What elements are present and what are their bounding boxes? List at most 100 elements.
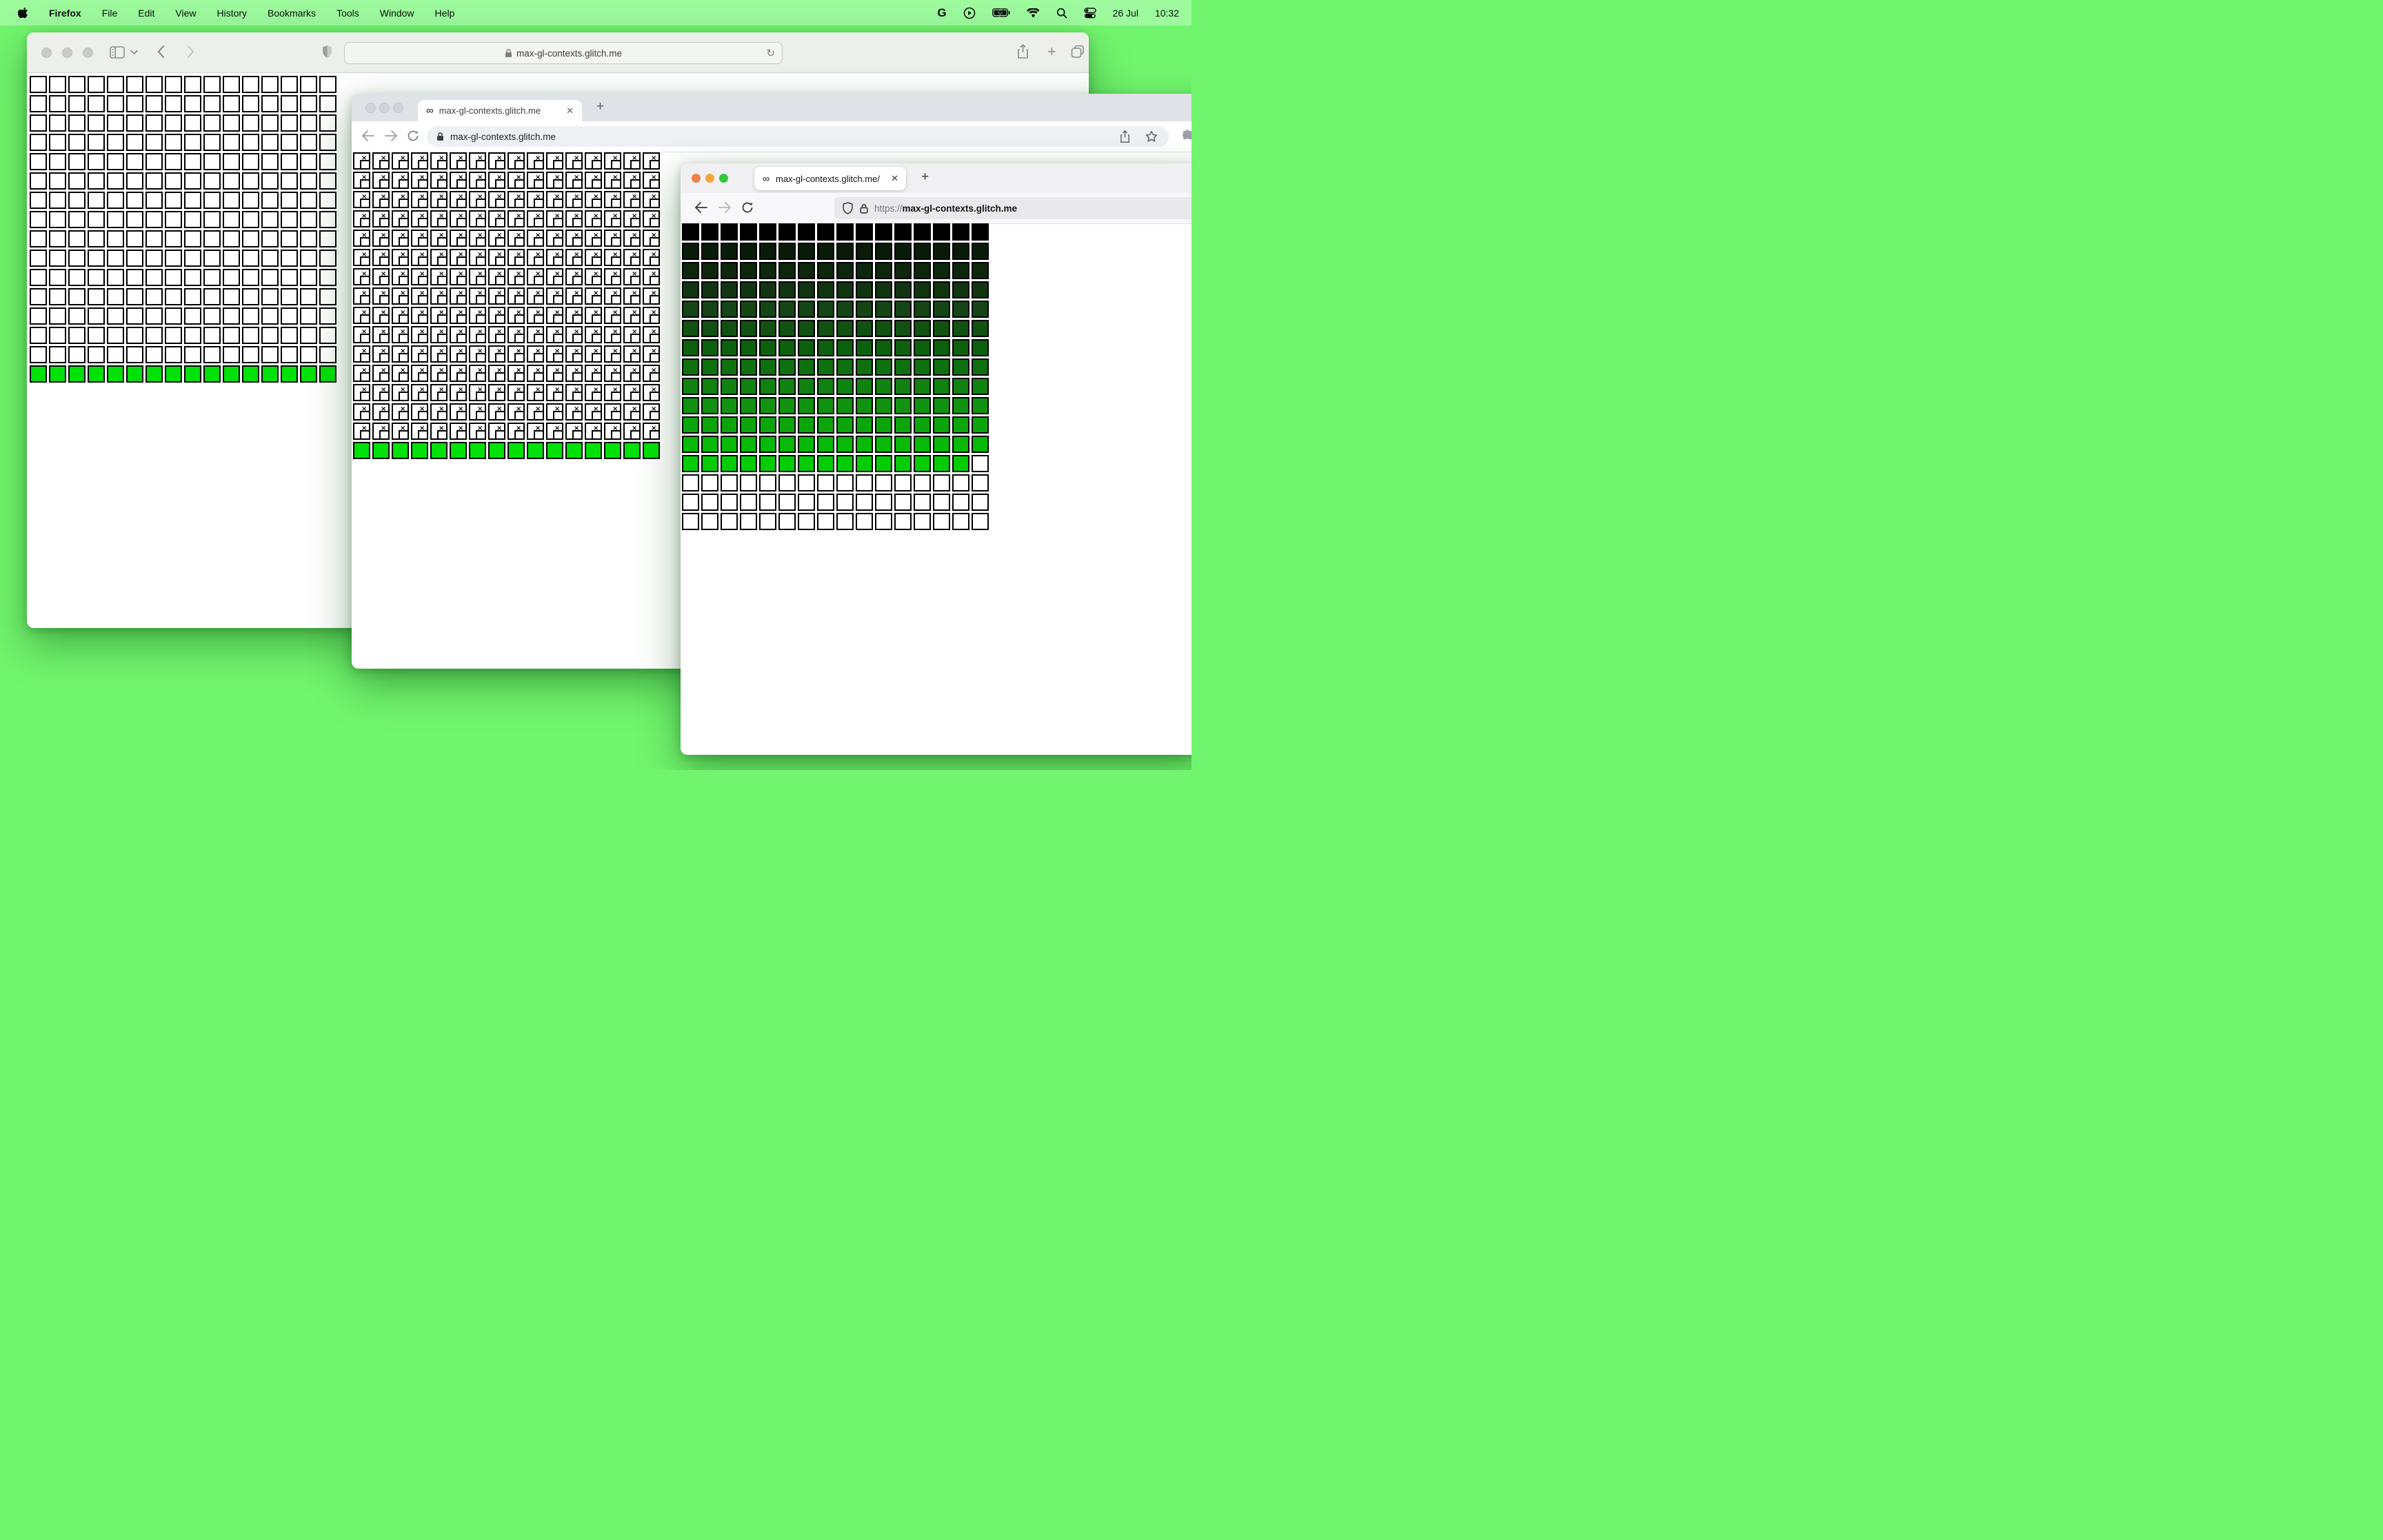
reload-icon[interactable] bbox=[741, 201, 754, 214]
active-app-name[interactable]: Firefox bbox=[49, 8, 81, 19]
forward-icon[interactable] bbox=[187, 45, 195, 59]
canvas-cell bbox=[721, 436, 738, 453]
chrome-new-tab-button[interactable]: + bbox=[596, 99, 604, 114]
safari-zoom-button[interactable] bbox=[83, 48, 93, 58]
canvas-cell bbox=[972, 301, 989, 318]
canvas-cell bbox=[319, 365, 336, 383]
firefox-new-tab-button[interactable]: + bbox=[921, 170, 929, 185]
forward-icon[interactable] bbox=[384, 130, 398, 142]
bookmark-star-icon[interactable] bbox=[1145, 130, 1158, 143]
canvas-cell bbox=[203, 288, 221, 305]
broken-canvas-icon: × ‿ bbox=[379, 386, 390, 406]
new-tab-plus-icon[interactable]: + bbox=[1047, 44, 1056, 59]
canvas-cell bbox=[68, 346, 86, 363]
forward-icon[interactable] bbox=[718, 201, 732, 214]
wifi-icon[interactable] bbox=[1026, 7, 1040, 19]
menu-item-tools[interactable]: Tools bbox=[336, 8, 359, 19]
broken-canvas-icon: × ‿ bbox=[495, 212, 505, 232]
canvas-cell: × ‿ bbox=[430, 384, 448, 406]
share-icon[interactable] bbox=[1120, 130, 1130, 143]
broken-canvas-icon: × ‿ bbox=[630, 212, 641, 232]
reload-icon[interactable]: ↻ bbox=[766, 47, 775, 59]
firefox-active-tab[interactable]: ∞ max-gl-contexts.glitch.me/ ✕ bbox=[754, 167, 906, 190]
canvas-cell bbox=[88, 230, 105, 247]
canvas-cell bbox=[145, 192, 163, 209]
chrome-zoom-button[interactable] bbox=[393, 103, 403, 113]
broken-canvas-icon: × ‿ bbox=[553, 386, 563, 406]
canvas-cell: × ‿ bbox=[546, 172, 563, 194]
chrome-url-text: max-gl-contexts.glitch.me bbox=[450, 131, 556, 142]
canvas-cell bbox=[300, 211, 317, 228]
menu-item-bookmarks[interactable]: Bookmarks bbox=[268, 8, 316, 19]
back-icon[interactable] bbox=[694, 201, 708, 214]
apple-icon[interactable] bbox=[18, 7, 28, 19]
menu-item-window[interactable]: Window bbox=[380, 8, 414, 19]
broken-canvas-icon: × ‿ bbox=[360, 251, 370, 271]
canvas-cell: × ‿ bbox=[604, 249, 621, 271]
broken-canvas-icon: × ‿ bbox=[495, 405, 505, 425]
sidebar-icon[interactable] bbox=[110, 46, 125, 59]
menu-item-history[interactable]: History bbox=[217, 8, 247, 19]
canvas-cell bbox=[721, 455, 738, 472]
lock-icon[interactable] bbox=[860, 203, 868, 214]
canvas-cell: × ‿ bbox=[643, 268, 660, 290]
chrome-minimize-button[interactable] bbox=[379, 103, 390, 113]
canvas-cell bbox=[856, 320, 873, 337]
menu-item-view[interactable]: View bbox=[175, 8, 196, 19]
tab-close-icon[interactable]: ✕ bbox=[566, 105, 574, 116]
canvas-cell bbox=[319, 114, 336, 132]
control-center-icon[interactable] bbox=[1083, 7, 1096, 19]
canvas-cell bbox=[933, 301, 950, 318]
tracking-shield-icon[interactable] bbox=[843, 202, 853, 214]
broken-canvas-icon: × ‿ bbox=[611, 425, 621, 445]
google-g-icon[interactable]: G bbox=[937, 6, 946, 19]
chrome-close-button[interactable] bbox=[365, 103, 376, 113]
extensions-puzzle-icon[interactable] bbox=[1180, 130, 1192, 143]
canvas-cell: × ‿ bbox=[643, 384, 660, 406]
share-icon[interactable] bbox=[1017, 44, 1029, 59]
firefox-close-button[interactable] bbox=[692, 174, 701, 183]
canvas-cell bbox=[203, 153, 221, 170]
search-icon[interactable] bbox=[1056, 7, 1067, 19]
menu-item-edit[interactable]: Edit bbox=[138, 8, 154, 19]
canvas-cell bbox=[49, 288, 66, 305]
battery-charging-icon[interactable] bbox=[992, 7, 1010, 19]
reload-icon[interactable] bbox=[407, 130, 419, 142]
chevron-down-icon[interactable] bbox=[130, 50, 138, 55]
canvas-cell: × ‿ bbox=[643, 307, 660, 329]
canvas-cell bbox=[184, 114, 201, 132]
canvas-cell bbox=[817, 320, 834, 337]
canvas-cell bbox=[281, 153, 298, 170]
menu-item-help[interactable]: Help bbox=[435, 8, 455, 19]
chrome-active-tab[interactable]: ∞ max-gl-contexts.glitch.me ✕ bbox=[418, 100, 582, 121]
canvas-cell bbox=[875, 243, 892, 260]
canvas-cell bbox=[565, 442, 583, 459]
back-icon[interactable] bbox=[361, 130, 375, 142]
firefox-minimize-button[interactable] bbox=[705, 174, 714, 183]
canvas-cell bbox=[145, 172, 163, 190]
broken-canvas-icon: × ‿ bbox=[630, 386, 641, 406]
tab-overview-icon[interactable] bbox=[1071, 45, 1085, 59]
safari-close-button[interactable] bbox=[41, 48, 52, 58]
canvas-cell bbox=[972, 397, 989, 414]
canvas-cell bbox=[798, 474, 815, 492]
canvas-cell: × ‿ bbox=[546, 191, 563, 213]
firefox-zoom-button[interactable] bbox=[719, 174, 728, 183]
safari-minimize-button[interactable] bbox=[62, 48, 72, 58]
broken-canvas-icon: × ‿ bbox=[611, 154, 621, 174]
canvas-cell: × ‿ bbox=[604, 210, 621, 232]
tab-close-icon[interactable]: ✕ bbox=[891, 173, 898, 184]
canvas-cell bbox=[126, 172, 143, 190]
firefox-url-field[interactable]: https://max-gl-contexts.glitch.me bbox=[834, 197, 1192, 219]
safari-url-field[interactable]: max-gl-contexts.glitch.me ↻ bbox=[344, 42, 783, 64]
back-icon[interactable] bbox=[157, 45, 165, 59]
play-circle-icon[interactable] bbox=[963, 7, 976, 19]
canvas-cell bbox=[778, 494, 796, 511]
menu-bar-date[interactable]: 26 Jul bbox=[1113, 8, 1138, 19]
canvas-cell bbox=[49, 211, 66, 228]
menu-item-file[interactable]: File bbox=[102, 8, 118, 19]
privacy-shield-icon[interactable] bbox=[322, 45, 332, 59]
chrome-url-field[interactable]: max-gl-contexts.glitch.me bbox=[427, 126, 1169, 147]
menu-bar-time[interactable]: 10:32 bbox=[1155, 8, 1179, 19]
canvas-cell bbox=[300, 288, 317, 305]
